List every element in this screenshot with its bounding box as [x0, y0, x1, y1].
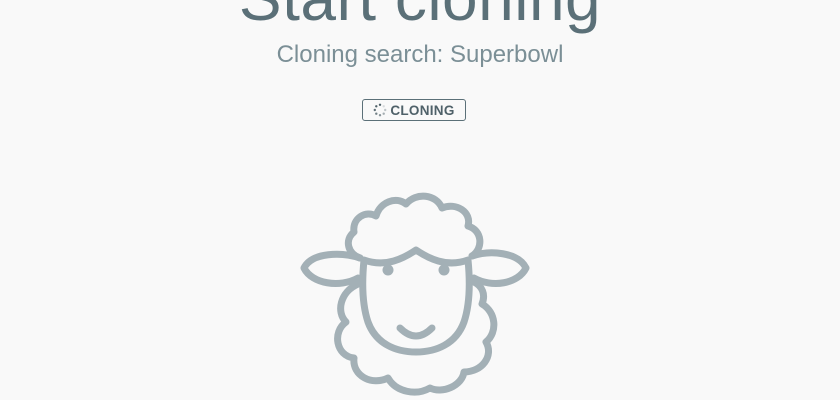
spinner-icon — [373, 103, 387, 117]
status-badge-label: CLONING — [390, 102, 455, 118]
sheep-icon — [300, 192, 530, 396]
cloning-search-subtitle: Cloning search: Superbowl — [276, 41, 564, 68]
page-title: Start cloning — [0, 0, 840, 38]
status-badge: CLONING — [362, 99, 466, 121]
